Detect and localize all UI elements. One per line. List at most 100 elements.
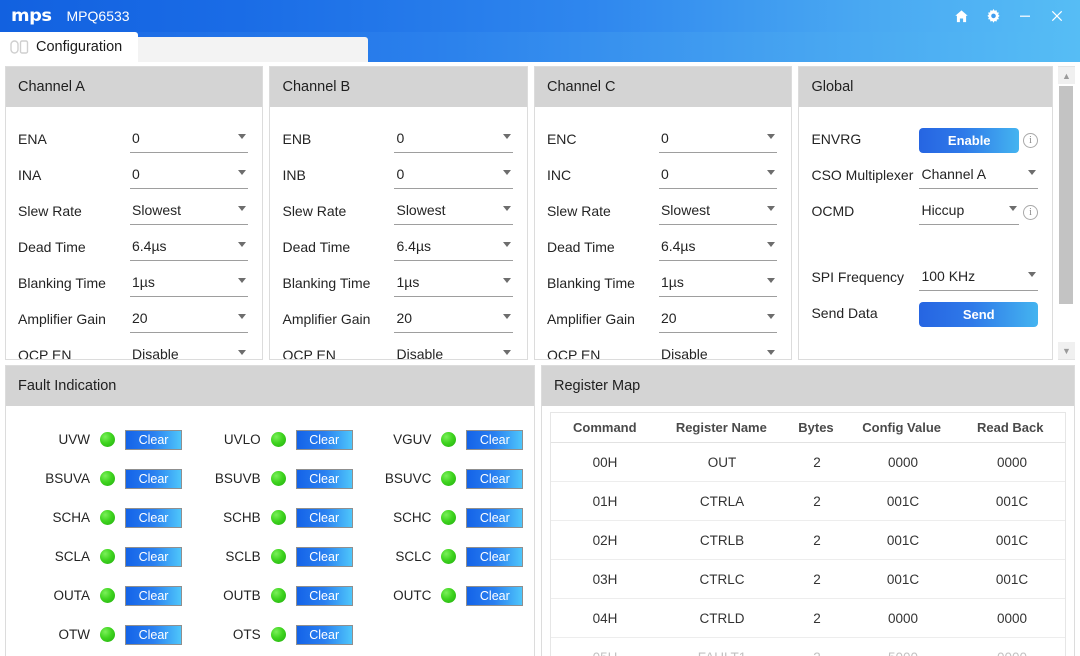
cell-read-back: 0000 bbox=[996, 610, 1028, 626]
combo-ocp-en-a[interactable]: Disable bbox=[130, 343, 248, 360]
combo-ocp-en-c[interactable]: Disable bbox=[659, 343, 777, 359]
table-row[interactable]: 03H CTRLC 2 001C 001C bbox=[551, 560, 1065, 599]
fault-label: OUTB bbox=[223, 588, 261, 603]
settings-gear-icon[interactable] bbox=[978, 2, 1008, 30]
combo-ina[interactable]: 0 bbox=[130, 163, 249, 189]
scrollbar-thumb[interactable] bbox=[1059, 86, 1073, 304]
clear-button[interactable]: Clear bbox=[295, 624, 353, 645]
combo-value: 6.4µs bbox=[396, 238, 432, 254]
combo-dead-time-a[interactable]: 6.4µs bbox=[130, 235, 249, 261]
combo-ena[interactable]: 0 bbox=[130, 127, 249, 153]
clear-button[interactable]: Clear bbox=[295, 546, 353, 567]
clear-button[interactable]: Clear bbox=[466, 585, 524, 606]
chevron-down-icon bbox=[767, 242, 776, 247]
cell-bytes: 2 bbox=[813, 571, 821, 587]
clear-button[interactable]: Clear bbox=[125, 585, 182, 606]
combo-value: 0 bbox=[660, 166, 669, 182]
fault-label: SCLA bbox=[54, 549, 90, 564]
table-row[interactable]: 01H CTRLA 2 001C 001C bbox=[551, 482, 1065, 521]
scroll-down-icon[interactable]: ▼ bbox=[1058, 342, 1075, 359]
fault-label: OTS bbox=[232, 627, 261, 642]
combo-value: 1µs bbox=[132, 274, 155, 290]
clear-button[interactable]: Clear bbox=[125, 429, 182, 450]
cso-control: Channel A bbox=[919, 163, 1038, 189]
combo-spi-frequency[interactable]: 100 KHz bbox=[919, 265, 1038, 291]
combo-inb[interactable]: 0 bbox=[394, 163, 513, 189]
fault-label: UVW bbox=[58, 432, 91, 447]
clear-button[interactable]: Clear bbox=[466, 468, 524, 489]
combo-ocmd[interactable]: Hiccup bbox=[919, 199, 1019, 225]
combo-amplifier-gain-c[interactable]: 20 bbox=[658, 307, 778, 333]
info-icon[interactable]: i bbox=[1023, 133, 1038, 148]
cell-config-value: 001C bbox=[886, 532, 920, 548]
close-icon[interactable] bbox=[1042, 2, 1072, 30]
clear-button[interactable]: Clear bbox=[125, 546, 182, 567]
info-icon[interactable]: i bbox=[1023, 204, 1038, 220]
combo-blanking-time-c[interactable]: 1µs bbox=[658, 271, 778, 297]
scroll-up-icon[interactable]: ▲ bbox=[1058, 67, 1075, 84]
clear-button[interactable]: Clear bbox=[125, 624, 182, 645]
minimize-icon[interactable] bbox=[1010, 2, 1040, 30]
cell-command: 01H bbox=[592, 493, 618, 509]
field-label: OCP EN bbox=[282, 347, 336, 360]
field-slew-rate-c: Slew Rate Slowest bbox=[547, 189, 778, 225]
table-row[interactable]: 05H FAULT1 2 5000 0000 bbox=[551, 638, 1065, 656]
clear-button[interactable]: Clear bbox=[466, 429, 524, 450]
envrg-enable-button[interactable]: Enable bbox=[919, 128, 1019, 153]
status-led-icon bbox=[100, 432, 115, 447]
status-led-icon bbox=[270, 588, 286, 603]
clear-button[interactable]: Clear bbox=[295, 468, 353, 489]
cell-config-value: 5000 bbox=[849, 650, 957, 656]
configuration-scrollbar[interactable]: ▲ ▼ bbox=[1058, 66, 1075, 360]
combo-enc[interactable]: 0 bbox=[658, 127, 778, 153]
combo-value: Disable bbox=[396, 346, 444, 360]
clear-button[interactable]: Clear bbox=[466, 546, 524, 567]
field-label: CSO Multiplexer bbox=[811, 167, 914, 183]
scrollbar-track[interactable] bbox=[1058, 84, 1075, 342]
status-led-icon bbox=[270, 627, 286, 642]
register-table-body: 00H OUT 2 0000 0000 01H CTRLA 2 001C 001… bbox=[551, 443, 1065, 656]
combo-cso-multiplexer[interactable]: Channel A bbox=[919, 163, 1038, 189]
home-icon[interactable] bbox=[946, 2, 976, 30]
field-label: OCP EN bbox=[18, 347, 72, 360]
combo-enb[interactable]: 0 bbox=[394, 127, 513, 153]
panel-channel-c: Channel C ENC 0 INC 0 Slew Rate Slowest … bbox=[533, 66, 793, 360]
combo-slew-rate-c[interactable]: Slowest bbox=[658, 199, 778, 225]
register-table-scroll-area: 00H OUT 2 0000 0000 01H CTRLA 2 001C 001… bbox=[551, 443, 1065, 656]
combo-ocp-en-b[interactable]: Disable bbox=[394, 343, 512, 360]
combo-amplifier-gain-b[interactable]: 20 bbox=[394, 307, 513, 333]
fault-label: SCHC bbox=[393, 510, 432, 525]
clear-button[interactable]: Clear bbox=[125, 468, 182, 489]
fault-row: OTS Clear bbox=[185, 615, 356, 654]
cell-command: 00H bbox=[592, 454, 618, 470]
clear-button[interactable]: Clear bbox=[295, 507, 353, 528]
mps-logo: mps bbox=[11, 6, 52, 26]
status-led-icon bbox=[441, 549, 457, 564]
combo-value: Slowest bbox=[396, 202, 446, 218]
combo-slew-rate-a[interactable]: Slowest bbox=[130, 199, 249, 225]
clear-button[interactable]: Clear bbox=[466, 507, 524, 528]
combo-slew-rate-b[interactable]: Slowest bbox=[394, 199, 513, 225]
clear-button[interactable]: Clear bbox=[295, 585, 353, 606]
field-label: SPI Frequency bbox=[811, 269, 905, 285]
combo-dead-time-c[interactable]: 6.4µs bbox=[658, 235, 778, 261]
window-controls bbox=[946, 0, 1072, 32]
table-row[interactable]: 00H OUT 2 0000 0000 bbox=[551, 443, 1065, 482]
tab-configuration[interactable]: Configuration bbox=[0, 32, 139, 62]
combo-blanking-time-b[interactable]: 1µs bbox=[394, 271, 513, 297]
combo-value: Disable bbox=[132, 346, 179, 360]
combo-amplifier-gain-a[interactable]: 20 bbox=[130, 307, 249, 333]
table-row[interactable]: 02H CTRLB 2 001C 001C bbox=[551, 521, 1065, 560]
field-amplifier-gain-a: Amplifier Gain 20 bbox=[18, 297, 249, 333]
combo-dead-time-b[interactable]: 6.4µs bbox=[394, 235, 513, 261]
cell-config-value: 001C bbox=[886, 571, 920, 587]
combo-blanking-time-a[interactable]: 1µs bbox=[130, 271, 249, 297]
fault-label: UVLO bbox=[223, 432, 261, 447]
combo-inc[interactable]: 0 bbox=[658, 163, 778, 189]
clear-button[interactable]: Clear bbox=[295, 429, 353, 450]
send-button[interactable]: Send bbox=[919, 302, 1038, 327]
clear-button[interactable]: Clear bbox=[125, 507, 182, 528]
column-header-command: Command bbox=[573, 420, 637, 435]
table-row[interactable]: 04H CTRLD 2 0000 0000 bbox=[551, 599, 1065, 638]
field-envrg: ENVRG Enable i bbox=[811, 117, 1038, 153]
